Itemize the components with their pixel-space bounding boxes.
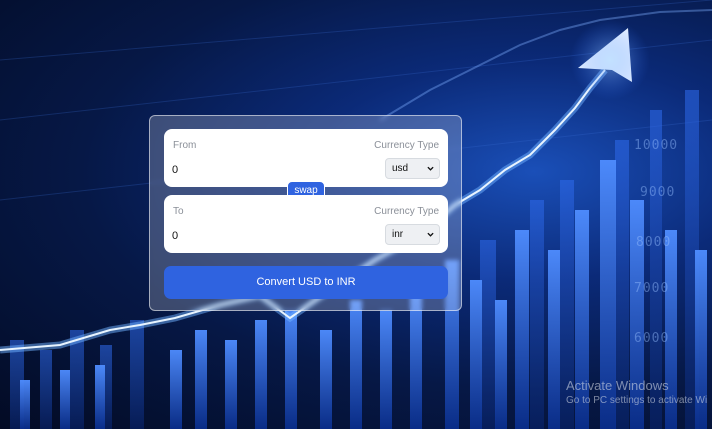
to-amount-input[interactable] (172, 228, 322, 244)
to-currency-value: inr (392, 229, 404, 240)
from-currency-value: usd (392, 163, 409, 174)
background-axis-label: 8000 (636, 235, 672, 250)
activate-windows-watermark: Activate Windows Go to PC settings to ac… (566, 378, 707, 408)
watermark-title: Activate Windows (566, 378, 669, 393)
from-currency-select[interactable]: usd (385, 158, 440, 179)
to-panel: To Currency Type inr (164, 195, 448, 253)
background-axis-label: 10000 (634, 138, 679, 153)
app-stage: 10000 9000 8000 7000 6000 From Currency … (0, 0, 712, 429)
from-label: From (173, 140, 197, 151)
converter-card: From Currency Type usd swap To Currency … (149, 115, 462, 311)
to-currency-select[interactable]: inr (385, 224, 440, 245)
watermark-subtitle: Go to PC settings to activate Wi (566, 395, 708, 406)
background-axis-label: 6000 (634, 331, 670, 346)
background-axis-label: 7000 (634, 281, 670, 296)
chevron-down-icon (427, 232, 434, 237)
convert-button[interactable]: Convert USD to INR (164, 266, 448, 299)
from-panel: From Currency Type usd (164, 129, 448, 187)
from-amount-input[interactable] (172, 162, 322, 178)
chevron-down-icon (427, 166, 434, 171)
from-currency-type-label: Currency Type (374, 140, 439, 151)
to-label: To (173, 206, 184, 217)
to-currency-type-label: Currency Type (374, 206, 439, 217)
background-axis-label: 9000 (640, 185, 676, 200)
